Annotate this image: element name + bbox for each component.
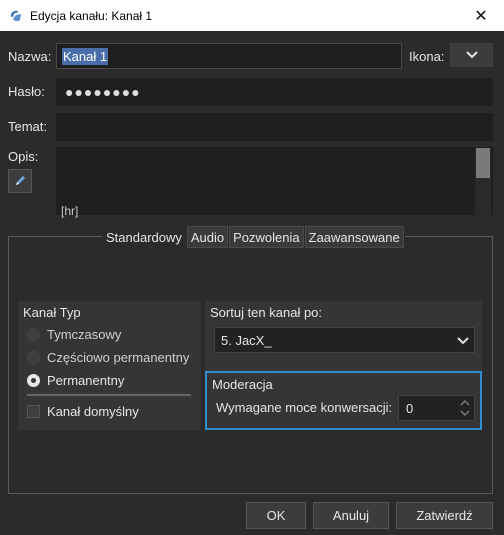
password-input[interactable]: ●●●●●●●● (56, 78, 493, 106)
radio-label: Tymczasowy (47, 327, 122, 342)
spin-up-icon[interactable] (460, 398, 470, 408)
moderation-section: Moderacja Wymagane moce konwersacji: 0 (205, 371, 482, 430)
tab-advanced[interactable]: Zaawansowane (304, 226, 404, 248)
sort-select[interactable]: 5. JacX_ (214, 327, 475, 353)
description-scrollbar[interactable] (475, 148, 491, 216)
default-channel-checkbox-row[interactable]: Kanał domyślny (27, 404, 139, 419)
tab-permissions[interactable]: Pozwolenia (229, 226, 304, 248)
description-textarea[interactable]: [hr] (56, 147, 493, 218)
sort-label: Sortuj ten kanał po: (210, 305, 323, 320)
pencil-icon (16, 176, 25, 185)
divider (27, 394, 191, 396)
sort-moderation-panel: Sortuj ten kanał po: 5. JacX_ Moderacja … (205, 301, 482, 430)
description-label: Opis: (8, 149, 39, 164)
radio-button-selected[interactable] (27, 374, 40, 387)
radio-label: Permanentny (47, 373, 125, 388)
edit-description-button[interactable] (8, 169, 32, 193)
window-title: Edycja kanału: Kanał 1 (30, 8, 153, 23)
app-logo-icon (10, 10, 21, 21)
talk-power-spinbox[interactable]: 0 (398, 395, 475, 421)
sort-selected-value: 5. JacX_ (221, 333, 272, 348)
settings-tabs: Standardowy Audio Pozwolenia Zaawansowan… (102, 226, 405, 248)
scrollbar-thumb[interactable] (476, 148, 490, 178)
title-bar: Edycja kanału: Kanał 1 ✕ (0, 0, 504, 31)
cancel-button[interactable]: Anuluj (313, 502, 389, 529)
name-input-value: Kanał 1 (62, 48, 109, 65)
password-mask: ●●●●●●●● (65, 84, 141, 100)
spin-down-icon[interactable] (460, 408, 470, 418)
spinner-arrows-icon[interactable] (460, 398, 470, 418)
chevron-down-icon (465, 51, 478, 59)
close-icon: ✕ (474, 7, 488, 25)
chevron-down-icon (457, 337, 469, 345)
default-channel-checkbox[interactable] (27, 405, 40, 418)
radio-button[interactable] (27, 328, 40, 341)
talk-power-label: Wymagane moce konwersacji: (216, 400, 393, 415)
icon-label: Ikona: (409, 49, 445, 64)
topic-label: Temat: (8, 119, 48, 134)
radio-label: Częściowo permanentny (47, 350, 190, 365)
close-button[interactable]: ✕ (458, 0, 504, 31)
radio-button[interactable] (27, 351, 40, 364)
moderation-title: Moderacja (212, 377, 273, 392)
tab-audio[interactable]: Audio (186, 226, 229, 248)
topic-input[interactable] (56, 113, 493, 141)
talk-power-value: 0 (406, 401, 414, 416)
description-value: [hr] (61, 204, 79, 218)
password-label: Hasło: (8, 84, 45, 99)
radio-semi-permanent[interactable]: Częściowo permanentny (27, 350, 189, 365)
default-channel-label: Kanał domyślny (47, 404, 139, 419)
apply-button[interactable]: Zatwierdź (396, 502, 493, 529)
tab-standard[interactable]: Standardowy (102, 226, 186, 248)
icon-select[interactable] (450, 43, 493, 67)
channel-type-title: Kanał Typ (23, 305, 81, 320)
name-input[interactable]: Kanał 1 (56, 43, 402, 69)
radio-permanent[interactable]: Permanentny (27, 373, 124, 388)
radio-temporary[interactable]: Tymczasowy (27, 327, 121, 342)
channel-type-panel: Kanał Typ Tymczasowy Częściowo permanent… (18, 301, 201, 430)
name-label: Nazwa: (8, 49, 52, 64)
ok-button[interactable]: OK (246, 502, 306, 529)
